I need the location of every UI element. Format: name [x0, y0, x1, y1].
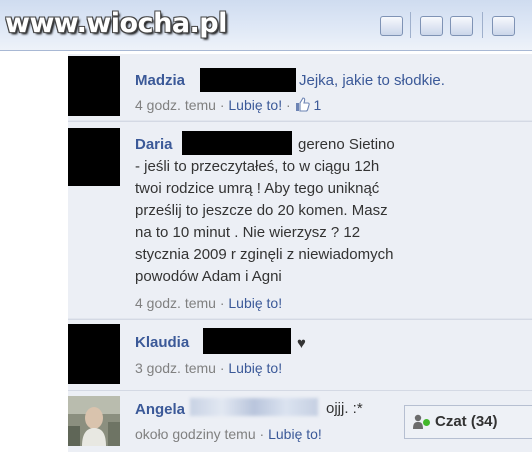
comment-text: ♥	[297, 335, 306, 352]
avatar[interactable]	[68, 324, 120, 384]
thumbs-up-icon[interactable]	[295, 97, 310, 112]
separator: ·	[219, 295, 225, 311]
chat-tab[interactable]: Czat (34)	[404, 405, 532, 439]
like-link[interactable]: Lubię to!	[228, 97, 282, 113]
toolbar-button[interactable]	[492, 16, 515, 36]
separator: ·	[219, 97, 225, 113]
redacted-name	[203, 328, 291, 354]
comment-text-line: gereno Sietino	[298, 136, 395, 153]
like-link[interactable]: Lubię to!	[228, 360, 282, 376]
comment-meta: 4 godz. temu · Lubię to!	[135, 295, 282, 311]
blurred-name	[190, 398, 318, 416]
like-link[interactable]: Lubię to!	[228, 295, 282, 311]
watermark: www.wiocha.pl	[5, 8, 227, 39]
comment-item	[68, 320, 532, 391]
comment-text-line: stycznia 2009 r zginęli z niewiadomych	[135, 246, 394, 263]
comment-text-line: na to 10 minut . Nie wierzysz ? 12	[135, 224, 361, 241]
redacted-name	[200, 68, 296, 92]
comment-meta: 4 godz. temu · Lubię to! · 1	[135, 97, 321, 113]
comment-time: 3 godz. temu	[135, 360, 216, 376]
chat-label: Czat	[435, 413, 467, 430]
avatar[interactable]	[68, 56, 120, 116]
comment-time: 4 godz. temu	[135, 97, 216, 113]
like-link[interactable]: Lubię to!	[268, 426, 322, 442]
avatar-photo[interactable]	[68, 396, 120, 446]
chat-count: (34)	[470, 413, 498, 430]
comment-text-line: twoi rodzice umrą ! Aby tego uniknąć	[135, 180, 380, 197]
toolbar-button[interactable]	[450, 16, 473, 36]
comment-author[interactable]: Angela	[135, 401, 185, 418]
separator: ·	[259, 426, 265, 442]
comment-author[interactable]: Klaudia	[135, 334, 189, 351]
comment-text-line: powodów Adam i Agni	[135, 268, 282, 285]
like-count[interactable]: 1	[313, 97, 321, 113]
toolbar-button[interactable]	[380, 16, 403, 36]
comment-author[interactable]: Madzia	[135, 72, 185, 89]
toolbar-separator	[410, 12, 411, 38]
toolbar-button[interactable]	[420, 16, 443, 36]
comment-time: około godziny temu	[135, 426, 256, 442]
chat-label-group: Czat (34)	[435, 406, 498, 438]
comment-time: 4 godz. temu	[135, 295, 216, 311]
toolbar-separator	[482, 12, 483, 38]
comment-meta: 3 godz. temu · Lubię to!	[135, 360, 282, 376]
comment-meta: około godziny temu · Lubię to!	[135, 426, 322, 442]
separator: ·	[286, 97, 291, 113]
avatar[interactable]	[68, 128, 120, 186]
separator: ·	[219, 360, 225, 376]
comment-author[interactable]: Daria	[135, 136, 173, 153]
comment-text: ojjj. :*	[326, 400, 363, 417]
comment-text-line: prześlij to jeszcze do 20 komen. Masz	[135, 202, 388, 219]
comment-text: Jejka, jakie to słodkie.	[299, 72, 445, 89]
redacted-name	[182, 131, 292, 155]
online-dot-icon	[423, 419, 430, 426]
comment-text-line: - jeśli to przeczytałeś, to w ciągu 12h	[135, 158, 380, 175]
